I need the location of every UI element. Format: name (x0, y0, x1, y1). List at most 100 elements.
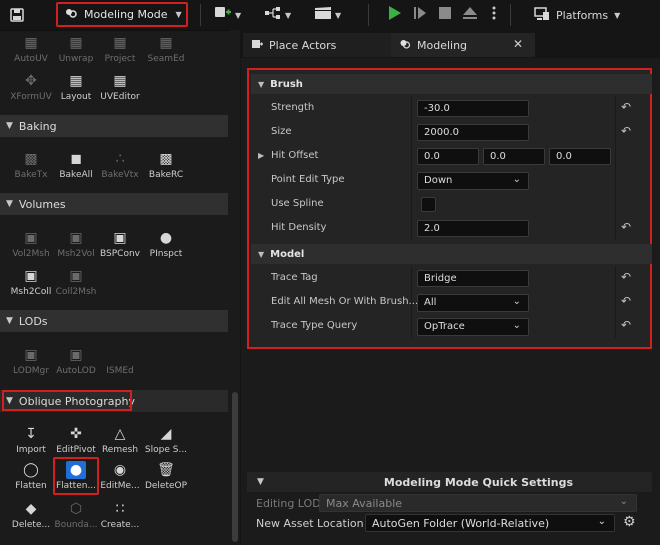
tool-bakeall[interactable]: ◼ BakeAll (53, 150, 99, 180)
reset-arrow-icon[interactable]: ↶ (621, 100, 631, 114)
tool-unwrap[interactable]: ▦ Unwrap (53, 34, 99, 64)
tool-bakevtx[interactable]: ∴ BakeVtx (97, 150, 143, 180)
column-divider (411, 290, 412, 314)
property-label: Edit All Mesh Or With Brush... (271, 296, 419, 307)
tool-label: SeamEd (147, 54, 185, 64)
tool-msh2coll[interactable]: ▣ Msh2Coll (8, 267, 54, 297)
tool-pinspct[interactable]: ● PInspct (143, 229, 189, 259)
trace-tag-input[interactable]: Bridge (417, 270, 529, 287)
tool-autolod[interactable]: ▣ AutoLOD (53, 346, 99, 376)
add-actor-button[interactable]: ▼ (214, 5, 241, 25)
tool-create[interactable]: ∷ Create... (97, 500, 143, 530)
eject-icon (462, 6, 478, 24)
gear-icon[interactable]: ⚙ (623, 514, 636, 530)
collision-to-mesh-icon: ▣ (69, 268, 83, 284)
palette-scrollbar-thumb[interactable] (232, 392, 238, 542)
tool-uveditor[interactable]: ▦ UVEditor (97, 72, 143, 102)
step-button[interactable] (412, 5, 428, 25)
dropdown-value: OpTrace (424, 321, 465, 332)
tool-editpivot[interactable]: ✜ EditPivot (53, 425, 99, 455)
property-label: Use Spline (271, 198, 324, 209)
eject-button[interactable] (462, 5, 478, 25)
property-strength: Strength -30.0 ↶ (251, 96, 652, 120)
tool-slope[interactable]: ◢ Slope S... (143, 425, 189, 455)
section-baking[interactable]: ▼ Baking (0, 115, 228, 137)
strength-input[interactable]: -30.0 (417, 100, 529, 117)
column-divider (615, 192, 616, 216)
column-divider (615, 216, 616, 240)
chevron-down-icon: ▼ (235, 10, 242, 20)
tool-autouv[interactable]: ▦ AutoUV (8, 34, 54, 64)
tool-editmesh[interactable]: ◉ EditMe... (97, 461, 143, 491)
tool-import[interactable]: ↧ Import (8, 425, 54, 455)
category-title: Model (270, 248, 305, 260)
tool-msh2vol[interactable]: ▣ Msh2Vol (53, 229, 99, 259)
tool-lodmgr[interactable]: ▣ LODMgr (8, 346, 54, 376)
reset-arrow-icon[interactable]: ↶ (621, 294, 631, 308)
reset-arrow-icon[interactable]: ↶ (621, 318, 631, 332)
tool-deleteop[interactable]: 🗑 DeleteOP (143, 461, 189, 491)
play-button[interactable] (386, 5, 402, 25)
tool-flatten-selected[interactable]: ● Flatten... (53, 457, 99, 495)
quick-settings-header[interactable]: ▼ Modeling Mode Quick Settings (247, 472, 652, 492)
editing-lod-dropdown[interactable]: Max Available ⌄ (319, 494, 637, 512)
tool-seamed[interactable]: ▦ SeamEd (143, 34, 189, 64)
tool-ismed[interactable]: ▣ ISMEd (97, 346, 143, 376)
dropdown-value: AutoGen Folder (World-Relative) (372, 517, 550, 530)
tab-modeling[interactable]: Modeling ✕ (391, 33, 535, 57)
close-icon[interactable]: ✕ (513, 37, 523, 51)
hit-density-input[interactable]: 2.0 (417, 220, 529, 237)
tool-layout[interactable]: ▦ Layout (53, 72, 99, 102)
reset-arrow-icon[interactable]: ↶ (621, 270, 631, 284)
category-model[interactable]: ▼ Model (251, 244, 652, 264)
tool-coll2msh[interactable]: ▣ Coll2Msh (53, 267, 99, 297)
edit-all-mesh-dropdown[interactable]: All ⌄ (417, 294, 529, 312)
tool-flatten[interactable]: ◯ Flatten (8, 461, 54, 491)
tool-label: AutoLOD (56, 366, 96, 376)
section-oblique-photography[interactable]: ▼ Oblique Photography (0, 390, 228, 412)
hit-offset-x-input[interactable]: 0.0 (417, 148, 479, 165)
reset-arrow-icon[interactable]: ↶ (621, 220, 631, 234)
use-spline-checkbox[interactable] (421, 197, 436, 212)
tool-xformuv[interactable]: ✥ XFormUV (8, 72, 54, 102)
physics-inspector-icon: ● (159, 230, 173, 246)
stop-icon (438, 6, 452, 24)
tool-bspconv[interactable]: ▣ BSPConv (97, 229, 143, 259)
save-icon[interactable] (10, 5, 24, 25)
more-options-button[interactable] (492, 5, 496, 25)
tool-vol2msh[interactable]: ▣ Vol2Msh (8, 229, 54, 259)
tab-place-actors[interactable]: Place Actors (243, 33, 391, 57)
tool-project[interactable]: ▦ Project (97, 34, 143, 64)
add-actor-icon (214, 5, 232, 25)
expand-triangle-icon[interactable]: ▶ (258, 151, 264, 160)
modeling-mode-button[interactable]: Modeling Mode ▼ (56, 2, 188, 27)
trace-type-query-dropdown[interactable]: OpTrace ⌄ (417, 318, 529, 336)
tool-label: BakeTx (14, 170, 48, 180)
reset-arrow-icon[interactable]: ↶ (621, 124, 631, 138)
hit-offset-z-input[interactable]: 0.0 (549, 148, 611, 165)
section-volumes[interactable]: ▼ Volumes (0, 193, 228, 215)
tool-label: Flatten... (55, 481, 97, 491)
tool-baketx[interactable]: ▩ BakeTx (8, 150, 54, 180)
platforms-button[interactable]: Platforms ▼ (534, 5, 620, 25)
modeling-tab-icon (399, 38, 411, 53)
tool-label: Create... (100, 520, 140, 530)
new-asset-location-dropdown[interactable]: AutoGen Folder (World-Relative) ⌄ (365, 514, 615, 532)
tool-remesh[interactable]: △ Remesh (97, 425, 143, 455)
category-brush[interactable]: ▼ Brush (251, 74, 652, 94)
property-use-spline: Use Spline (251, 192, 652, 216)
hit-offset-y-input[interactable]: 0.0 (483, 148, 545, 165)
tool-delete[interactable]: ◆ Delete... (8, 500, 54, 530)
stop-button[interactable] (438, 5, 452, 25)
size-input[interactable]: 2000.0 (417, 124, 529, 141)
category-title: Brush (270, 78, 303, 90)
tool-bakerc[interactable]: ▩ BakeRC (143, 150, 189, 180)
point-edit-type-dropdown[interactable]: Down ⌄ (417, 172, 529, 190)
mesh-to-collision-icon: ▣ (24, 268, 38, 284)
blueprint-button[interactable]: ▼ (264, 5, 291, 25)
cinematics-button[interactable]: ▼ (314, 5, 341, 25)
tool-label: Msh2Vol (57, 249, 95, 259)
section-lods[interactable]: ▼ LODs (0, 310, 228, 332)
column-divider (411, 120, 412, 144)
tool-boundary[interactable]: ⬡ Bounda... (53, 500, 99, 530)
